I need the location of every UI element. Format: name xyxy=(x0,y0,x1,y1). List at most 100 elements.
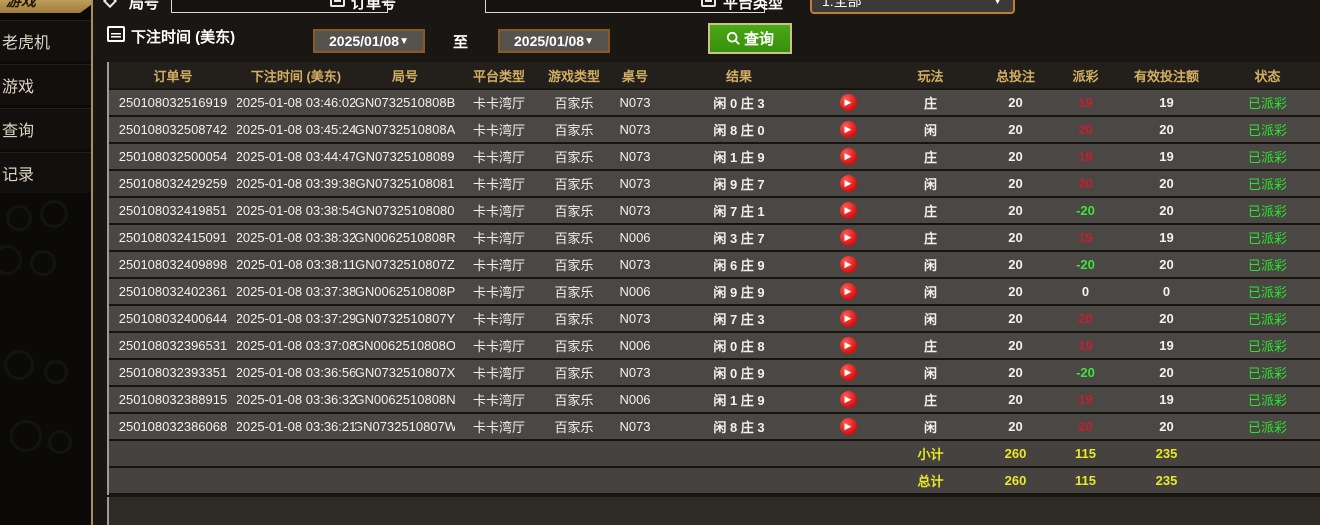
order-cell: 250108032409898 xyxy=(109,252,237,277)
play-video-icon[interactable]: ▶ xyxy=(840,310,857,327)
table-row: 2501080323965312025-01-08 03:37:08GN0062… xyxy=(109,333,1320,360)
valid-bet-cell: 19 xyxy=(1118,225,1215,250)
sidebar-item[interactable]: 老虎机 xyxy=(0,20,91,61)
bet-time-cell: 2025-01-08 03:37:38 xyxy=(237,279,355,304)
result-cell: 闲 0 庄 8 xyxy=(665,333,813,358)
play-video-icon[interactable]: ▶ xyxy=(840,121,857,138)
game-type-cell: 百家乐 xyxy=(543,171,605,196)
result-cell: 闲 8 庄 0 xyxy=(665,117,813,142)
play-video-icon[interactable]: ▶ xyxy=(840,202,857,219)
order-cell: 250108032429259 xyxy=(109,171,237,196)
round-no-label: 局号 xyxy=(129,0,159,13)
date-from-picker[interactable]: 2025/01/08▼ xyxy=(313,29,425,53)
result-cell: 闲 7 庄 3 xyxy=(665,306,813,331)
game-type-cell: 百家乐 xyxy=(543,306,605,331)
platform-cell: 卡卡湾厅 xyxy=(455,306,543,331)
play-video-icon[interactable]: ▶ xyxy=(840,256,857,273)
column-header: 下注时间 (美东) xyxy=(237,62,355,88)
bet-time-label: 下注时间 (美东) xyxy=(131,26,235,47)
clipboard-icon xyxy=(701,0,716,7)
watermark-circle xyxy=(0,245,22,275)
play-video-icon[interactable]: ▶ xyxy=(840,229,857,246)
game-type-cell: 百家乐 xyxy=(543,360,605,385)
sidebar-item[interactable]: 游戏 xyxy=(0,64,91,105)
watermark-circle xyxy=(4,350,34,380)
search-button[interactable]: 查询 xyxy=(708,23,792,54)
play-method-cell: 闲 xyxy=(883,279,978,304)
play-cell: ▶ xyxy=(813,414,883,439)
total-bet-cell: 20 xyxy=(978,333,1053,358)
watermark-circle xyxy=(48,430,72,454)
sidebar-item[interactable]: 查询 xyxy=(0,108,91,149)
round-cell: GN0062510808P xyxy=(355,279,455,304)
column-header: 局号 xyxy=(355,62,455,88)
game-type-cell: 百家乐 xyxy=(543,333,605,358)
platform-cell: 卡卡湾厅 xyxy=(455,90,543,115)
table-no-cell: N073 xyxy=(605,171,665,196)
play-cell: ▶ xyxy=(813,90,883,115)
to-label: 至 xyxy=(453,31,468,52)
betting-records-page: 游戏 老虎机游戏查询记录 局号 订单号 平台类型 1:全部 ▼ 下注时间 (美东… xyxy=(0,0,1320,525)
date-to-picker[interactable]: 2025/01/08▼ xyxy=(498,29,610,53)
play-cell: ▶ xyxy=(813,387,883,412)
bet-time-cell: 2025-01-08 03:36:32 xyxy=(237,387,355,412)
order-cell: 250108032400644 xyxy=(109,306,237,331)
valid-bet-cell: 20 xyxy=(1118,252,1215,277)
play-method-cell: 闲 xyxy=(883,252,978,277)
platform-cell: 卡卡湾厅 xyxy=(455,414,543,439)
play-video-icon[interactable]: ▶ xyxy=(840,148,857,165)
result-cell: 闲 6 庄 9 xyxy=(665,252,813,277)
result-cell: 闲 9 庄 7 xyxy=(665,171,813,196)
total-bet-cell: 20 xyxy=(978,414,1053,439)
status-cell: 已派彩 xyxy=(1215,90,1320,115)
valid-bet-cell: 20 xyxy=(1118,360,1215,385)
table-no-cell: N073 xyxy=(605,144,665,169)
clipboard-icon xyxy=(330,0,345,7)
play-video-icon[interactable]: ▶ xyxy=(840,94,857,111)
play-cell: ▶ xyxy=(813,117,883,142)
platform-type-select[interactable]: 1:全部 ▼ xyxy=(810,0,1015,14)
payout-cell: 19 xyxy=(1053,90,1118,115)
sidebar-item[interactable]: 记录 xyxy=(0,152,91,193)
total-bet-cell: 20 xyxy=(978,117,1053,142)
column-header: 平台类型 xyxy=(455,62,543,88)
status-cell: 已派彩 xyxy=(1215,171,1320,196)
play-video-icon[interactable]: ▶ xyxy=(840,175,857,192)
round-cell: GN07325108081 xyxy=(355,171,455,196)
bet-time-cell: 2025-01-08 03:38:54 xyxy=(237,198,355,223)
result-cell: 闲 8 庄 3 xyxy=(665,414,813,439)
search-button-label: 查询 xyxy=(744,28,774,49)
play-video-icon[interactable]: ▶ xyxy=(840,337,857,354)
play-method-cell: 庄 xyxy=(883,90,978,115)
valid-bet-cell: 20 xyxy=(1118,117,1215,142)
table-row: 2501080324292592025-01-08 03:39:38GN0732… xyxy=(109,171,1320,198)
game-type-cell: 百家乐 xyxy=(543,198,605,223)
game-type-cell: 百家乐 xyxy=(543,90,605,115)
bet-time-cell: 2025-01-08 03:37:29 xyxy=(237,306,355,331)
round-cell: GN0732510807X xyxy=(355,360,455,385)
play-cell: ▶ xyxy=(813,360,883,385)
subtotal-row-payout: 115 xyxy=(1053,441,1118,466)
sidebar-item-active-games[interactable]: 游戏 xyxy=(0,0,91,13)
play-video-icon[interactable]: ▶ xyxy=(840,283,857,300)
watermark-circle xyxy=(6,205,32,231)
empty-cell xyxy=(605,441,665,466)
play-cell: ▶ xyxy=(813,333,883,358)
table-row: 2501080324198512025-01-08 03:38:54GN0732… xyxy=(109,198,1320,225)
table-footer-spacer xyxy=(107,497,1320,525)
round-cell: GN0732510807Z xyxy=(355,252,455,277)
calendar-icon xyxy=(107,26,125,42)
empty-cell xyxy=(355,468,455,493)
valid-bet-cell: 0 xyxy=(1118,279,1215,304)
play-video-icon[interactable]: ▶ xyxy=(840,391,857,408)
game-type-cell: 百家乐 xyxy=(543,414,605,439)
bet-time-cell: 2025-01-08 03:45:24 xyxy=(237,117,355,142)
result-cell: 闲 7 庄 1 xyxy=(665,198,813,223)
empty-cell xyxy=(543,441,605,466)
sidebar-item-label: 记录 xyxy=(2,161,34,185)
play-video-icon[interactable]: ▶ xyxy=(840,364,857,381)
empty-cell xyxy=(237,441,355,466)
empty-cell xyxy=(543,468,605,493)
valid-bet-cell: 20 xyxy=(1118,414,1215,439)
play-video-icon[interactable]: ▶ xyxy=(840,418,857,435)
